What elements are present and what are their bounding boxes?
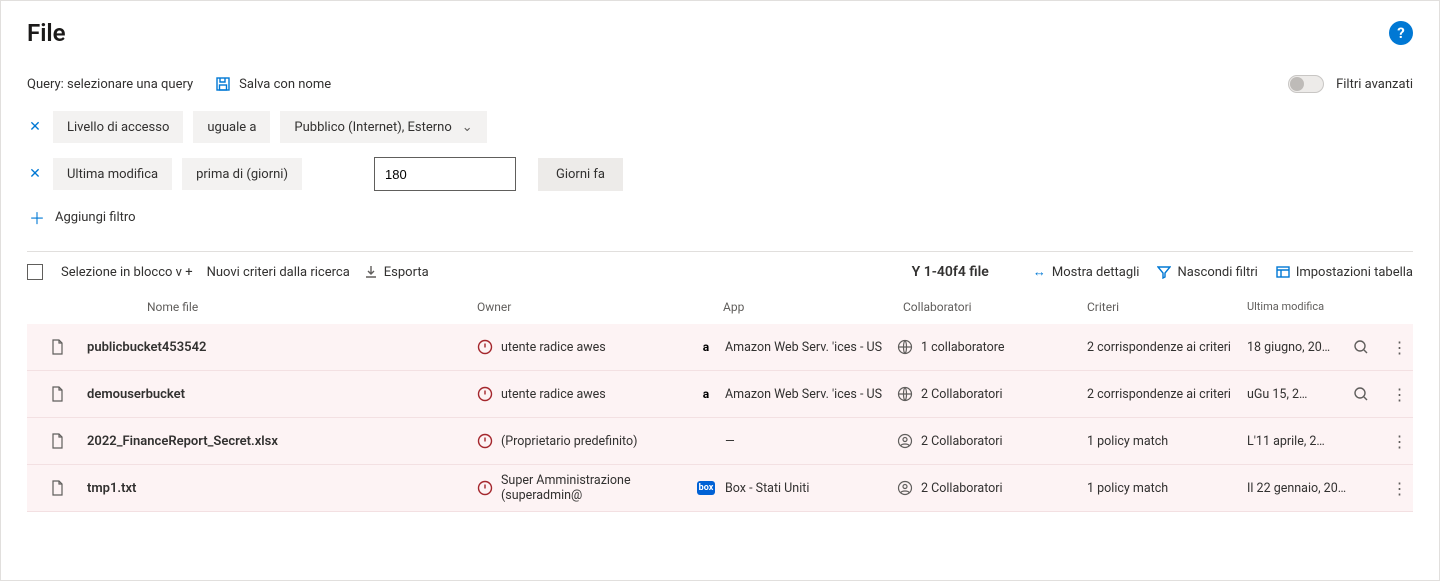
owner-warning-icon [477, 480, 501, 496]
show-details-button[interactable]: ↔ Mostra dettagli [1033, 264, 1140, 280]
table-settings-button[interactable]: Impostazioni tabella [1276, 265, 1413, 280]
collaborator-icon [897, 386, 921, 402]
collaborator-count: 2 Collaboratori [921, 434, 1087, 449]
aws-icon: a [697, 338, 715, 356]
export-label: Esporta [384, 265, 429, 280]
box-icon: box [697, 479, 715, 497]
col-name[interactable]: Nome file [87, 300, 477, 314]
file-name[interactable]: 2022_FinanceReport_Secret.xlsx [87, 434, 477, 449]
collaborator-count: 1 collaboratore [921, 340, 1087, 355]
collaborator-icon [897, 433, 921, 449]
app-name: Box - Stati Uniti [725, 481, 897, 496]
add-filter-button[interactable]: ＋ Aggiungi filtro [29, 205, 1413, 229]
collaborator-icon [897, 480, 921, 496]
filter-unit-pill: Giorni fa [538, 158, 623, 191]
remove-filter-button[interactable]: ✕ [27, 119, 43, 135]
save-query-button[interactable]: Salva con nome [215, 76, 331, 92]
file-name[interactable]: tmp1.txt [87, 481, 477, 496]
aws-icon: a [697, 385, 715, 403]
download-icon [364, 265, 378, 279]
owner-name: utente radice awes [501, 340, 697, 355]
table-row[interactable]: demouserbucket utente radice awesa Amazon … [27, 371, 1413, 418]
file-count: Y 1-40f4 file [912, 264, 989, 280]
filter-op-pill[interactable]: uguale a [193, 111, 270, 143]
owner-name: (Proprietario predefinito) [501, 434, 697, 449]
app-name: — [725, 434, 897, 449]
table-row[interactable]: 2022_FinanceReport_Secret.xlsx (Proprieta… [27, 418, 1413, 465]
collaborator-count: 2 Collaboratori [921, 387, 1087, 402]
table-settings-icon [1276, 265, 1290, 279]
file-name[interactable]: demouserbucket [87, 387, 477, 402]
table-settings-label: Impostazioni tabella [1296, 265, 1413, 280]
select-all-checkbox[interactable] [27, 264, 43, 280]
policy-matches: 2 corrispondenze ai criteri [1087, 387, 1247, 402]
filter-value-dropdown[interactable]: Pubblico (Internet), Esterno ⌄ [280, 111, 486, 143]
new-policy-button[interactable]: Nuovi criteri dalla ricerca [207, 265, 350, 280]
add-filter-label: Aggiungi filtro [55, 210, 136, 225]
col-modified[interactable]: Ultima modifica [1247, 300, 1347, 314]
app-name: Amazon Web Serv. 'ices - US [725, 340, 897, 355]
row-search-button[interactable] [1347, 339, 1382, 355]
owner-warning-icon [477, 339, 501, 355]
file-icon [27, 386, 87, 402]
plus-icon: ＋ [29, 205, 45, 229]
row-more-button[interactable]: ⋮ [1382, 385, 1417, 404]
filter-field-pill[interactable]: Livello di accesso [53, 111, 183, 143]
owner-warning-icon [477, 433, 501, 449]
help-button[interactable]: ? [1389, 21, 1413, 45]
table-header-row: Nome file Owner App Collaboratori Criter… [27, 290, 1413, 324]
col-collab[interactable]: Collaboratori [897, 300, 1087, 314]
advanced-filters-toggle[interactable] [1288, 75, 1324, 93]
last-modified: uGu 15, 2… [1247, 387, 1347, 402]
last-modified: 18 giugno, 20… [1247, 340, 1347, 355]
expand-icon: ↔ [1033, 264, 1046, 280]
export-button[interactable]: Esporta [364, 265, 429, 280]
file-icon [27, 480, 87, 496]
row-search-button[interactable] [1347, 386, 1382, 402]
query-select-label[interactable]: Query: selezionare una query [27, 77, 193, 92]
col-policies[interactable]: Criteri [1087, 300, 1247, 314]
hide-filters-label: Nascondi filtri [1177, 265, 1257, 280]
collaborator-count: 2 Collaboratori [921, 481, 1087, 496]
app-icon-none [697, 432, 715, 450]
filter-field-pill[interactable]: Ultima modifica [53, 158, 172, 190]
table-row[interactable]: tmp1.txt Super Amministrazione (superadmi… [27, 465, 1413, 512]
filter-row: ✕ Ultima modifica prima di (giorni) Gior… [27, 157, 1413, 191]
hide-filters-button[interactable]: Nascondi filtri [1157, 265, 1257, 280]
filter-value-label: Pubblico (Internet), Esterno [294, 120, 451, 135]
policy-matches: 2 corrispondenze ai criteri [1087, 340, 1247, 355]
save-icon [215, 76, 231, 92]
table-row[interactable]: publicbucket453542 utente radice awesa Ama… [27, 324, 1413, 371]
filter-op-pill[interactable]: prima di (giorni) [182, 158, 302, 190]
row-more-button[interactable]: ⋮ [1382, 479, 1417, 498]
filter-days-input[interactable] [374, 157, 516, 191]
owner-name: utente radice awes [501, 387, 697, 402]
col-owner[interactable]: Owner [477, 300, 697, 314]
file-icon [27, 433, 87, 449]
chevron-down-icon: ⌄ [462, 120, 473, 135]
owner-name: Super Amministrazione (superadmin@ [501, 473, 697, 503]
row-more-button[interactable]: ⋮ [1382, 432, 1417, 451]
filter-row: ✕ Livello di accesso uguale a Pubblico (… [27, 111, 1413, 143]
advanced-filters-label: Filtri avanzati [1336, 77, 1413, 92]
policy-matches: 1 policy match [1087, 434, 1247, 449]
owner-warning-icon [477, 386, 501, 402]
row-more-button[interactable]: ⋮ [1382, 338, 1417, 357]
remove-filter-button[interactable]: ✕ [27, 166, 43, 182]
save-query-label: Salva con nome [239, 77, 331, 92]
last-modified: L'11 aprile, 2… [1247, 434, 1347, 449]
file-icon [27, 339, 87, 355]
app-name: Amazon Web Serv. 'ices - US [725, 387, 897, 402]
col-app[interactable]: App [697, 300, 897, 314]
policy-matches: 1 policy match [1087, 481, 1247, 496]
bulk-select-button[interactable]: Selezione in blocco v + [61, 265, 193, 280]
show-details-label: Mostra dettagli [1052, 265, 1140, 280]
page-title: File [27, 19, 66, 47]
file-name[interactable]: publicbucket453542 [87, 340, 477, 355]
filter-icon [1157, 265, 1171, 279]
last-modified: Il 22 gennaio, 20… [1247, 481, 1347, 496]
collaborator-icon [897, 339, 921, 355]
